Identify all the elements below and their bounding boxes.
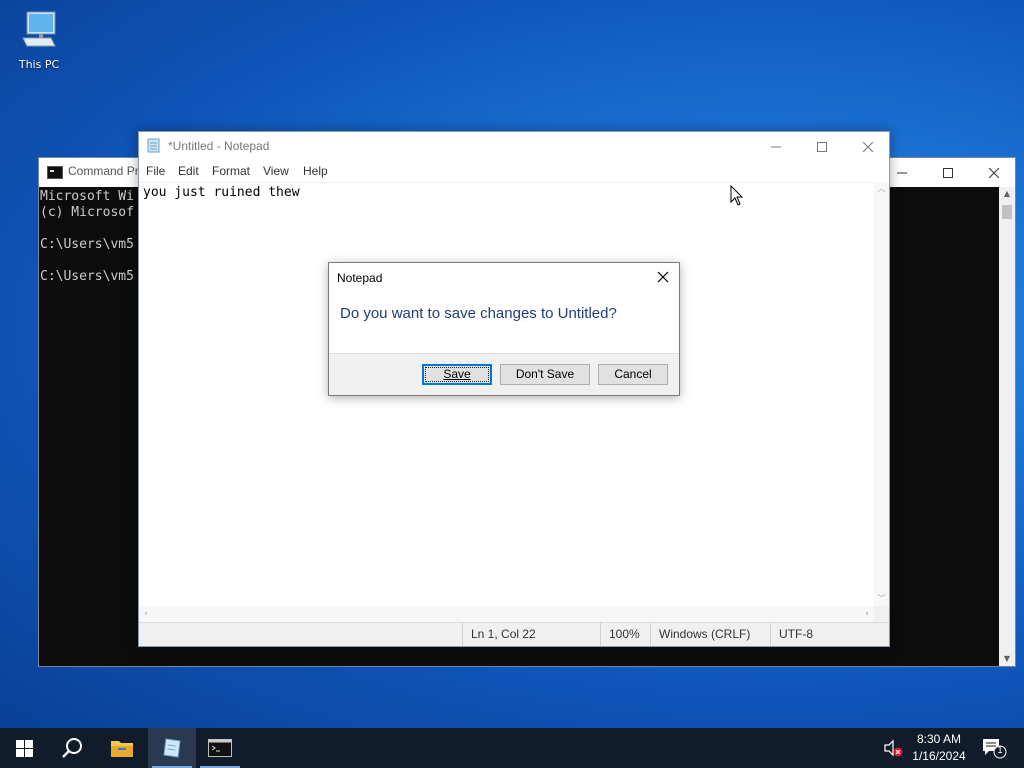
notepad-window-title: *Untitled - Notepad <box>168 139 270 153</box>
notepad-menubar: File Edit Format View Help <box>139 161 889 181</box>
menu-file[interactable]: File <box>146 164 165 178</box>
menu-help[interactable]: Help <box>303 164 328 178</box>
scroll-down-arrow-icon[interactable]: ▼ <box>999 652 1015 666</box>
close-icon <box>657 271 669 283</box>
maximize-icon <box>943 167 953 178</box>
cmd-window-title: Command Pr <box>68 164 139 178</box>
dialog-close-button[interactable] <box>647 263 679 291</box>
desktop-icon-this-pc[interactable]: This PC <box>8 6 70 74</box>
scroll-thumb[interactable] <box>1002 205 1012 219</box>
focus-rectangle <box>425 367 489 382</box>
dialog-button-bar: Save Don't Save Cancel <box>329 353 679 395</box>
scroll-right-arrow-icon[interactable]: › <box>860 606 874 623</box>
dont-save-button[interactable]: Don't Save <box>500 364 590 385</box>
maximize-icon <box>817 141 827 152</box>
status-line-ending: Windows (CRLF) <box>650 623 770 646</box>
close-icon <box>863 141 873 152</box>
scroll-down-arrow-icon[interactable]: ﹀ <box>874 592 889 606</box>
taskbar: 8:30 AM 1/16/2024 1 <box>0 728 1024 768</box>
clock-time: 8:30 AM <box>916 732 962 746</box>
dialog-title: Notepad <box>337 271 383 285</box>
cmd-vertical-scrollbar[interactable]: ▲ ▼ <box>999 187 1015 666</box>
minimize-icon <box>771 146 781 147</box>
minimize-icon <box>897 172 907 173</box>
search-icon <box>62 738 82 758</box>
notepad-titlebar[interactable]: *Untitled - Notepad <box>139 132 889 161</box>
notepad-statusbar: Ln 1, Col 22 100% Windows (CRLF) UTF-8 <box>139 622 889 646</box>
notepad-icon <box>163 738 181 758</box>
notepad-vertical-scrollbar[interactable]: ︿ ﹀ <box>874 182 889 606</box>
menu-view[interactable]: View <box>263 164 289 178</box>
taskbar-command-prompt[interactable] <box>196 728 244 768</box>
file-explorer-icon <box>111 741 133 757</box>
notification-count-badge: 1 <box>997 745 1003 755</box>
save-button[interactable]: Save <box>422 364 492 385</box>
notepad-maximize-button[interactable] <box>799 132 845 161</box>
cmd-icon <box>208 739 232 757</box>
scroll-left-arrow-icon[interactable]: ‹ <box>139 606 153 623</box>
notepad-minimize-button[interactable] <box>753 132 799 161</box>
notepad-close-button[interactable] <box>845 132 891 161</box>
taskbar-clock[interactable]: 8:30 AM 1/16/2024 <box>906 731 972 765</box>
dialog-message: Do you want to save changes to Untitled? <box>340 305 617 322</box>
close-icon <box>989 167 999 178</box>
taskbar-notepad[interactable] <box>148 728 196 768</box>
clock-date: 1/16/2024 <box>912 749 966 763</box>
start-button[interactable] <box>0 728 48 768</box>
cmd-maximize-button[interactable] <box>925 158 971 187</box>
start-icon <box>15 739 33 757</box>
notepad-horizontal-scrollbar[interactable]: ‹ › <box>139 606 874 623</box>
search-button[interactable] <box>48 728 96 768</box>
cmd-close-button[interactable] <box>971 158 1017 187</box>
cmd-icon <box>47 166 63 179</box>
mouse-pointer-icon <box>730 185 744 206</box>
cancel-button[interactable]: Cancel <box>598 364 668 385</box>
menu-format[interactable]: Format <box>212 164 250 178</box>
status-zoom: 100% <box>600 623 650 646</box>
menu-edit[interactable]: Edit <box>178 164 199 178</box>
notepad-icon <box>147 138 160 153</box>
desktop-icon-label: This PC <box>18 58 60 71</box>
save-changes-dialog[interactable]: Notepad Do you want to save changes to U… <box>328 262 680 396</box>
action-center-button[interactable]: 1 <box>980 736 1008 760</box>
status-position: Ln 1, Col 22 <box>462 623 600 646</box>
taskbar-file-explorer[interactable] <box>98 728 146 768</box>
status-encoding: UTF-8 <box>770 623 889 646</box>
scroll-up-arrow-icon[interactable]: ︿ <box>874 182 889 196</box>
volume-muted-icon[interactable] <box>882 738 904 758</box>
scroll-up-arrow-icon[interactable]: ▲ <box>999 187 1015 201</box>
resize-grip[interactable] <box>874 606 889 623</box>
computer-icon <box>22 11 56 47</box>
desktop: This PC Command Pr Microsoft Wi (c) Micro… <box>0 0 1024 728</box>
